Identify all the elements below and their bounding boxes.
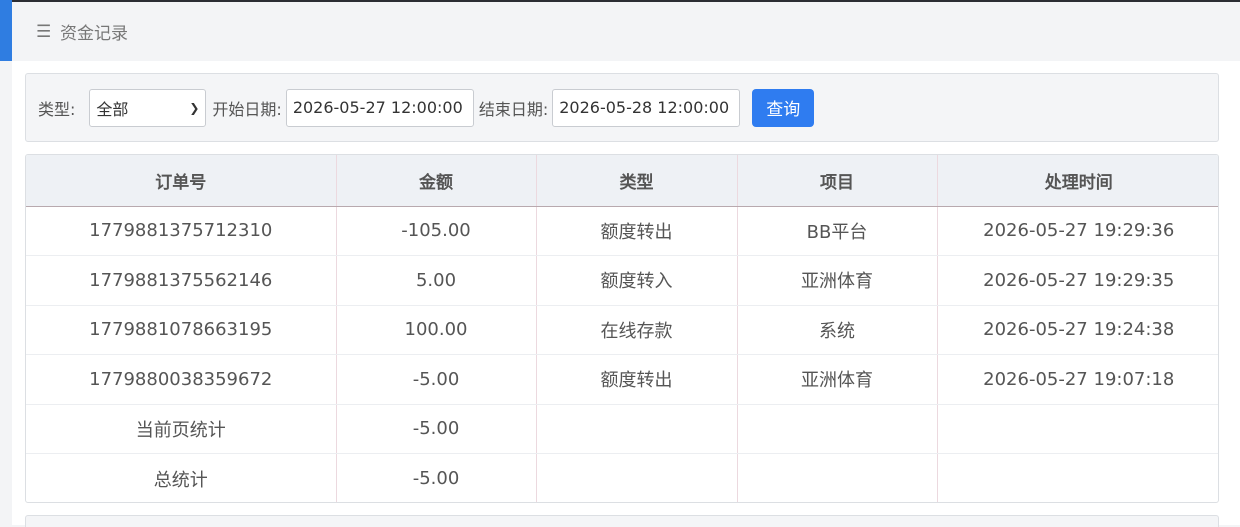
sidebar-accent	[0, 0, 12, 61]
total-summary-row: 总统计 -5.00	[26, 453, 1218, 503]
page-title: 资金记录	[60, 24, 128, 44]
cell-time: 2026-05-27 19:07:18	[937, 354, 1218, 405]
col-header-amount[interactable]: 金额	[336, 155, 537, 207]
table-header-row: 订单号 金额 类型 项目 处理时间	[26, 155, 1218, 207]
cell-type: 额度转入	[536, 255, 738, 306]
end-date-input[interactable]: 2026-05-28 12:00:00	[552, 88, 741, 127]
main-content: 类型: 全部 ❯ 开始日期: 2026-05-27 12:00:00 结束日期:…	[12, 61, 1240, 527]
cell-amount: 5.00	[336, 255, 537, 306]
page-summary-row: 当前页统计 -5.00	[26, 404, 1218, 454]
cell-summary-label: 当前页统计	[26, 404, 337, 454]
cell-type: 在线存款	[536, 305, 738, 355]
cell-item: 亚洲体育	[737, 255, 938, 306]
cell-empty	[536, 453, 738, 502]
col-header-order-no[interactable]: 订单号	[26, 155, 337, 207]
table-row: 1779880038359672 -5.00 额度转出 亚洲体育 2026-05…	[26, 354, 1218, 405]
cell-total-amount: -5.00	[336, 453, 537, 502]
col-header-time[interactable]: 处理时间	[937, 155, 1218, 207]
cell-time: 2026-05-27 19:24:38	[937, 305, 1218, 355]
cell-type: 额度转出	[536, 354, 738, 405]
cell-order-no: 1779881375562146	[26, 255, 337, 306]
cell-item: BB平台	[737, 206, 938, 256]
cell-empty	[937, 454, 1218, 503]
cell-order-no: 1779880038359672	[26, 354, 337, 405]
cell-summary-amount: -5.00	[336, 404, 537, 454]
table-row: 1779881078663195 100.00 在线存款 系统 2026-05-…	[26, 305, 1218, 355]
start-date-value: 2026-05-27 12:00:00	[292, 98, 463, 117]
pagination-bar	[25, 515, 1219, 527]
cell-time: 2026-05-27 19:29:36	[937, 206, 1218, 256]
end-date-value: 2026-05-28 12:00:00	[559, 98, 730, 117]
menu-icon[interactable]: ☰	[36, 22, 56, 42]
cell-type: 额度转出	[536, 206, 738, 256]
cell-empty	[937, 404, 1218, 454]
col-header-item[interactable]: 项目	[737, 155, 938, 207]
start-date-input[interactable]: 2026-05-27 12:00:00	[285, 88, 474, 127]
cell-empty	[737, 453, 938, 502]
table-row: 1779881375562146 5.00 额度转入 亚洲体育 2026-05-…	[26, 255, 1218, 306]
col-header-type[interactable]: 类型	[536, 155, 738, 207]
type-select-value: 全部	[96, 99, 129, 119]
type-label: 类型:	[38, 99, 76, 119]
cell-item: 系统	[737, 305, 938, 355]
end-date-label: 结束日期:	[478, 99, 549, 119]
cell-empty	[536, 404, 738, 454]
cell-amount: 100.00	[336, 305, 537, 355]
cell-amount: -5.00	[336, 354, 537, 405]
filter-bar: 类型: 全部 ❯ 开始日期: 2026-05-27 12:00:00 结束日期:…	[25, 73, 1219, 142]
type-select[interactable]: 全部 ❯	[89, 88, 207, 127]
cell-order-no: 1779881078663195	[26, 305, 337, 355]
page-header: ☰ 资金记录	[12, 2, 1240, 61]
cell-amount: -105.00	[336, 206, 537, 256]
cell-time: 2026-05-27 19:29:35	[937, 255, 1218, 306]
query-button[interactable]: 查询	[752, 88, 815, 127]
cell-total-label: 总统计	[26, 453, 337, 502]
cell-order-no: 1779881375712310	[26, 206, 337, 256]
cell-empty	[737, 404, 938, 454]
records-table: 订单号 金额 类型 项目 处理时间 1779881375712310 -105.…	[25, 154, 1219, 503]
cell-item: 亚洲体育	[737, 354, 938, 405]
chevron-down-icon: ❯	[189, 100, 200, 115]
start-date-label: 开始日期:	[212, 99, 282, 119]
table-row: 1779881375712310 -105.00 额度转出 BB平台 2026-…	[26, 206, 1218, 256]
